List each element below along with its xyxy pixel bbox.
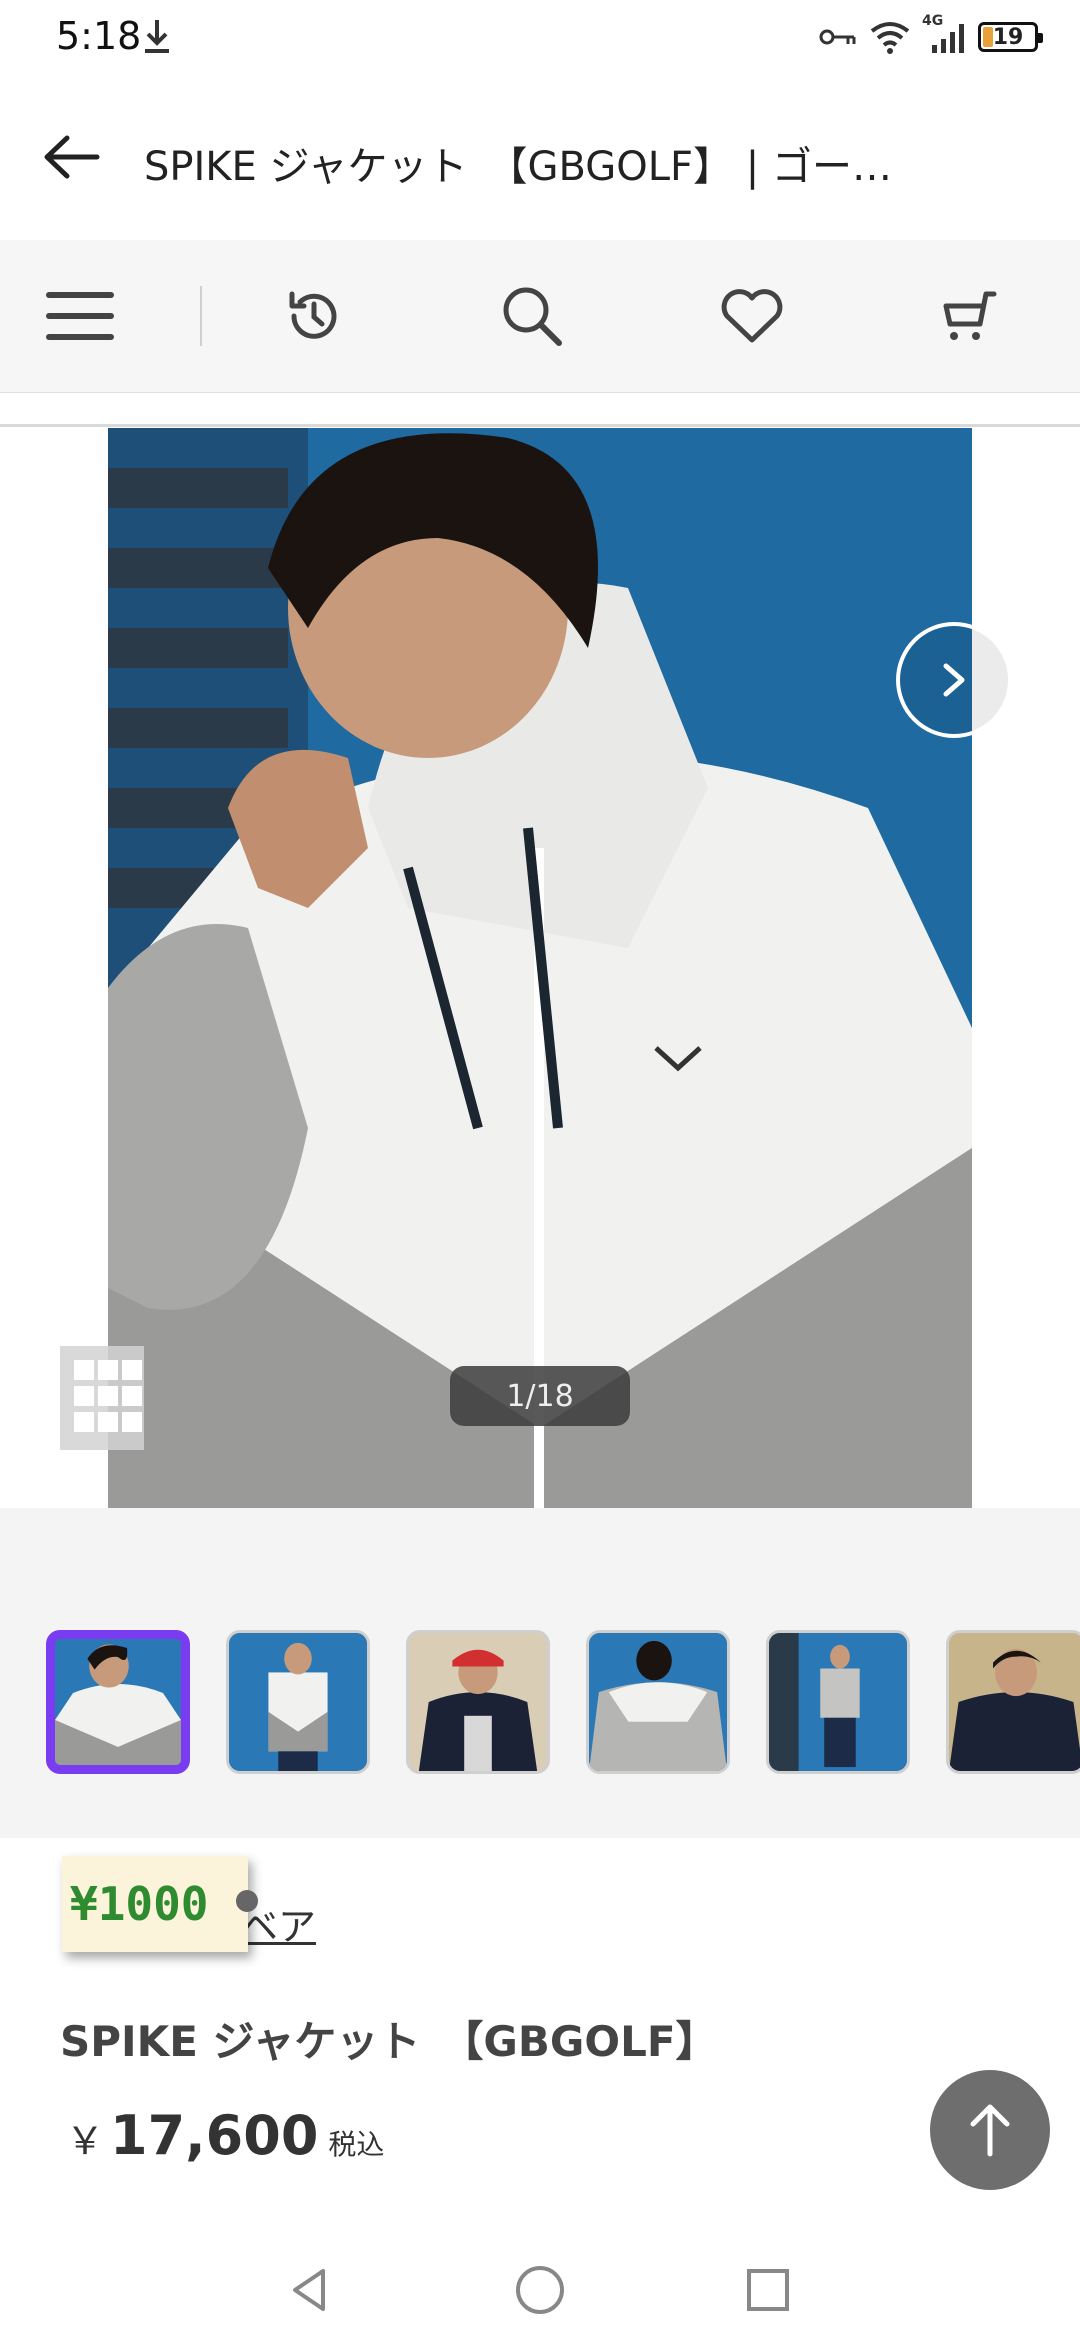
heart-icon bbox=[721, 289, 783, 343]
product-main-image[interactable] bbox=[108, 428, 972, 1508]
next-image-button[interactable] bbox=[896, 622, 1012, 738]
toolbar-divider bbox=[200, 286, 202, 346]
price-value: 17,600 bbox=[110, 2104, 319, 2167]
thumbnail-3[interactable] bbox=[406, 1630, 550, 1774]
image-counter: 1/18 bbox=[450, 1366, 630, 1426]
chevron-right-icon bbox=[943, 663, 965, 697]
price-currency: ￥ bbox=[66, 2119, 105, 2163]
coupon-amount: ¥1000 bbox=[70, 1877, 209, 1931]
cart-icon bbox=[943, 291, 997, 340]
thumbnail-5[interactable] bbox=[766, 1630, 910, 1774]
app-bar: SPIKE ジャケット 【GBGOLF】 | ゴー… bbox=[0, 80, 1080, 240]
circle-home-icon bbox=[516, 2266, 564, 2314]
thumbnail-strip bbox=[0, 1508, 1080, 1838]
product-name: SPIKE ジャケット 【GBGOLF】 bbox=[60, 2017, 718, 2066]
cell-signal-icon: 4G bbox=[922, 13, 968, 55]
nav-back-button[interactable] bbox=[280, 2260, 340, 2320]
price-tax-label: 税込 bbox=[328, 2128, 385, 2161]
arrow-up-icon bbox=[970, 2104, 1010, 2157]
status-icons: 4G 19 bbox=[818, 13, 1043, 58]
page-title: SPIKE ジャケット 【GBGOLF】 | ゴー… bbox=[144, 144, 892, 190]
menu-button[interactable] bbox=[32, 268, 128, 364]
gallery-grid-button[interactable] bbox=[60, 1346, 144, 1450]
square-recents-icon bbox=[747, 2269, 789, 2311]
thumbnail-2[interactable] bbox=[226, 1630, 370, 1774]
thumbnail-1[interactable] bbox=[46, 1630, 190, 1774]
arrow-left-icon bbox=[44, 135, 100, 179]
history-icon bbox=[289, 291, 337, 339]
history-button[interactable] bbox=[266, 268, 362, 364]
vpn-key-icon bbox=[819, 29, 856, 45]
search-button[interactable] bbox=[484, 268, 580, 364]
wifi-icon bbox=[870, 22, 910, 54]
divider-line bbox=[0, 424, 1080, 427]
status-time: 5:18 bbox=[56, 14, 142, 58]
nav-recents-button[interactable] bbox=[738, 2260, 798, 2320]
product-gallery bbox=[0, 428, 1080, 1508]
coupon-notch bbox=[236, 1890, 258, 1912]
system-navigation-bar bbox=[0, 2240, 1080, 2340]
hamburger-menu-icon bbox=[46, 292, 114, 340]
back-button[interactable] bbox=[36, 122, 106, 192]
toolbar bbox=[0, 240, 1080, 393]
triangle-back-icon bbox=[293, 2269, 325, 2311]
status-bar: 5:18 4G 19 bbox=[0, 0, 1080, 80]
product-price: ￥ 17,600 税込 bbox=[66, 2104, 384, 2167]
cart-button[interactable] bbox=[920, 268, 1016, 364]
search-icon bbox=[503, 287, 562, 346]
thumbnail-4[interactable] bbox=[586, 1630, 730, 1774]
coupon-badge[interactable]: ¥1000 bbox=[62, 1856, 258, 1952]
download-icon bbox=[145, 20, 169, 53]
nav-home-button[interactable] bbox=[510, 2260, 570, 2320]
scroll-to-top-button[interactable] bbox=[930, 2070, 1050, 2190]
battery-level: 19 bbox=[992, 24, 1024, 50]
battery-icon: 19 bbox=[978, 22, 1043, 52]
grid-icon bbox=[74, 1360, 142, 1432]
favorites-button[interactable] bbox=[704, 268, 800, 364]
thumbnail-6[interactable] bbox=[946, 1630, 1080, 1774]
